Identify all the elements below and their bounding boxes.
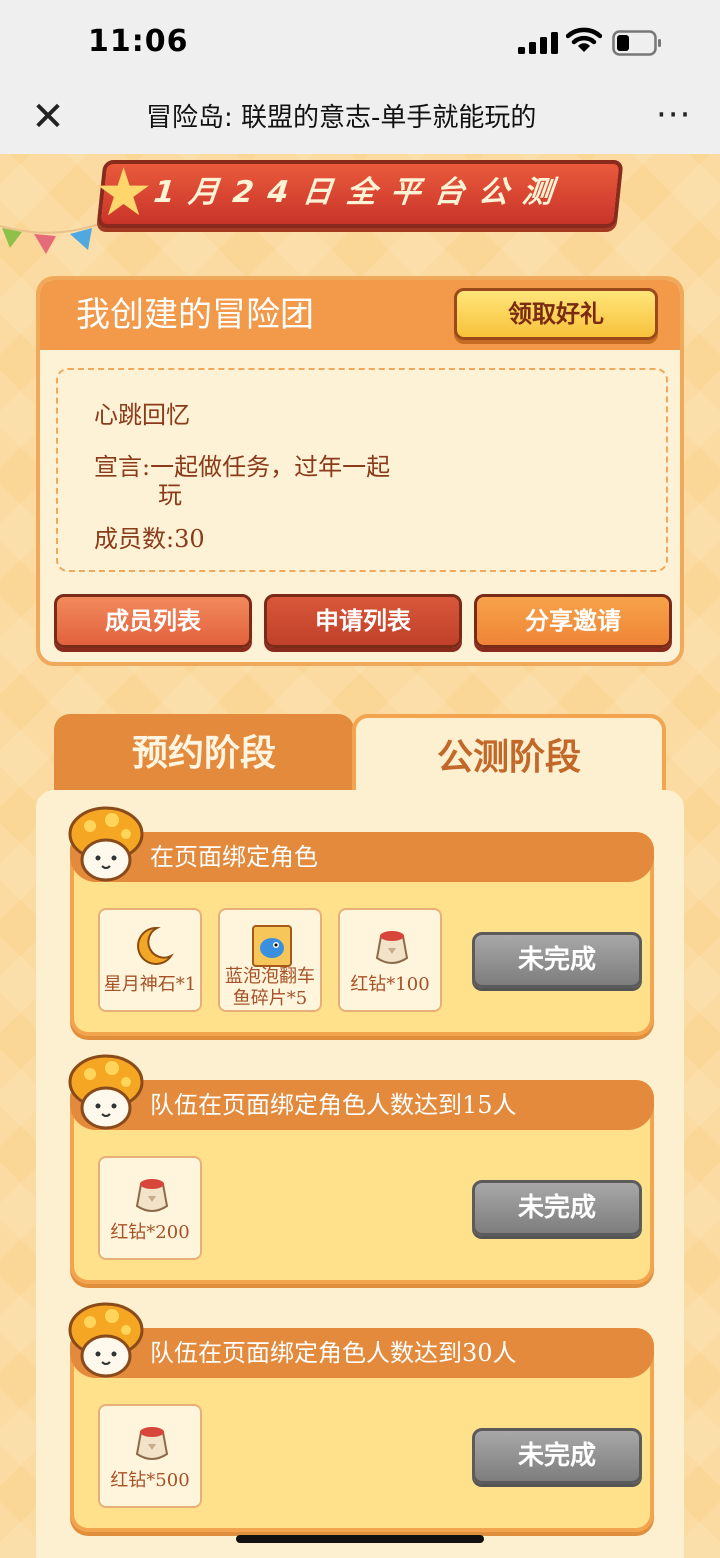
task-title: 在页面绑定角色 [150, 843, 318, 871]
application-list-button[interactable]: 申请列表 [264, 594, 462, 648]
blue-fish-card-icon [252, 925, 292, 967]
team-name: 心跳回忆 [94, 401, 190, 429]
my-team-card: 我创建的冒险团 领取好礼 心跳回忆 宣言:一起做任务，过年一起 玩 成员数:30… [36, 276, 684, 666]
cellular-signal-icon [518, 32, 558, 54]
reward-label: 红钻*100 [350, 974, 430, 995]
more-icon[interactable]: ··· [656, 98, 696, 138]
team-card-header: 我创建的冒险团 领取好礼 [40, 280, 680, 350]
launch-date-banner: 1月24日全平台公测 [96, 160, 624, 228]
team-declaration-continued: 玩 [158, 481, 182, 509]
page-content: 1月24日全平台公测 ★ 我创建的冒险团 领取好礼 心跳回忆 宣言:一起做任务，… [0, 154, 720, 1558]
tab-reservation-stage[interactable]: 预约阶段 [54, 714, 354, 794]
team-declaration: 宣言:一起做任务，过年一起 [94, 453, 391, 481]
task-title: 队伍在页面绑定角色人数达到30人 [150, 1339, 517, 1367]
team-card-title: 我创建的冒险团 [76, 295, 314, 335]
team-actions: 成员列表 申请列表 分享邀请 [54, 594, 674, 650]
task-header: 队伍在页面绑定角色人数达到30人 [70, 1328, 654, 1378]
home-indicator[interactable] [236, 1535, 484, 1543]
red-diamond-bag-icon [135, 1179, 169, 1212]
reward-label: 蓝泡泡翻车 [225, 966, 315, 987]
status-bar: 11:06 [0, 0, 720, 82]
team-info-box: 心跳回忆 宣言:一起做任务，过年一起 玩 成员数:30 [56, 368, 668, 572]
task-header: 队伍在页面绑定角色人数达到15人 [70, 1080, 654, 1130]
task-status-button[interactable]: 未完成 [472, 1180, 642, 1236]
star-icon: ★ [94, 154, 154, 231]
task-status-button[interactable]: 未完成 [472, 932, 642, 988]
wifi-icon [566, 27, 602, 52]
member-count: 成员数:30 [94, 525, 205, 553]
reward-label: 红钻*500 [110, 1470, 190, 1491]
nav-bar: ✕ 冒险岛: 联盟的意志-单手就能玩的 ··· [0, 82, 720, 154]
reward-item: 红钻*200 [98, 1156, 202, 1260]
battery-icon [612, 30, 661, 56]
status-time: 11:06 [88, 24, 189, 59]
member-list-button[interactable]: 成员列表 [54, 594, 252, 648]
reward-item: 星月神石*1 [98, 908, 202, 1012]
banner-text: 1月24日全平台公测 [152, 175, 569, 210]
reward-item: 蓝泡泡翻车 鱼碎片*5 [218, 908, 322, 1012]
task-status-button[interactable]: 未完成 [472, 1428, 642, 1484]
page-title: 冒险岛: 联盟的意志-单手就能玩的 [146, 103, 537, 133]
reward-label: 红钻*200 [110, 1222, 190, 1243]
moon-stone-icon [137, 926, 174, 965]
task-card: 在页面绑定角色 星月神石*1 蓝泡泡翻车 鱼碎片*5 红钻*100 未完成 [68, 806, 654, 1036]
mushroom-mascot-icon [68, 806, 144, 882]
share-invite-button[interactable]: 分享邀请 [474, 594, 672, 648]
tab-public-beta-stage[interactable]: 公测阶段 [352, 714, 666, 794]
mushroom-mascot-icon [68, 1054, 144, 1130]
close-icon[interactable]: ✕ [30, 97, 66, 137]
stage-tabs: 预约阶段 公测阶段 [54, 714, 666, 794]
red-diamond-bag-icon [135, 1427, 169, 1460]
reward-label: 鱼碎片*5 [232, 988, 308, 1009]
reward-item: 红钻*500 [98, 1404, 202, 1508]
red-diamond-bag-icon [375, 931, 409, 964]
task-header: 在页面绑定角色 [70, 832, 654, 882]
reward-label: 星月神石*1 [103, 974, 197, 995]
task-title: 队伍在页面绑定角色人数达到15人 [150, 1091, 517, 1119]
claim-gift-button[interactable]: 领取好礼 [454, 288, 658, 340]
mushroom-mascot-icon [68, 1302, 144, 1378]
reward-item: 红钻*100 [338, 908, 442, 1012]
task-card: 队伍在页面绑定角色人数达到15人 红钻*200 未完成 [68, 1054, 654, 1284]
task-card: 队伍在页面绑定角色人数达到30人 红钻*500 未完成 [68, 1302, 654, 1532]
